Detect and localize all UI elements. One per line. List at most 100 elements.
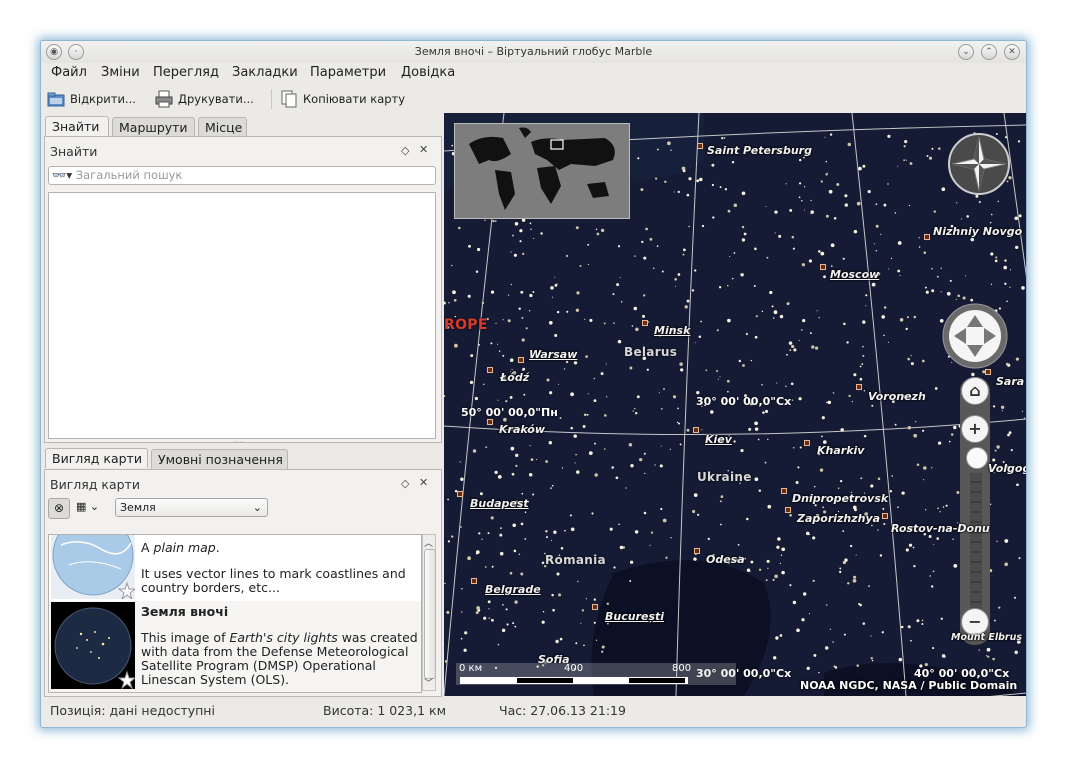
city-kharkiv[interactable]: Kharkiv <box>817 444 864 457</box>
city-light <box>745 332 749 336</box>
city-light <box>617 245 621 248</box>
float-dock-icon[interactable]: ◇ <box>401 144 409 157</box>
city-light <box>652 267 655 270</box>
city-light <box>460 637 463 640</box>
tab-routes[interactable]: Маршрути <box>112 117 195 137</box>
city-nizhniy-novgorod[interactable]: Nizhniy Novgo <box>933 225 1022 238</box>
theme-list-scrollbar[interactable]: ︿ ﹀ <box>422 534 436 691</box>
menu-view[interactable]: Перегляд <box>153 65 219 80</box>
city-light <box>467 556 471 561</box>
city-light <box>579 264 582 268</box>
city-light <box>990 213 993 216</box>
city-saratov[interactable]: Sara <box>996 375 1024 388</box>
menu-help[interactable]: Довідка <box>401 65 455 80</box>
overview-world-map[interactable] <box>454 123 630 219</box>
menu-bookmarks[interactable]: Закладки <box>232 65 298 80</box>
city-light <box>1003 265 1007 270</box>
scroll-down-icon[interactable]: ﹀ <box>424 676 433 689</box>
print-button[interactable]: Друкувати... <box>154 87 254 111</box>
city-rostov-na-donu[interactable]: Rostov-na-Donu <box>891 522 990 535</box>
city-light <box>819 468 824 472</box>
projection-dropdown-icon[interactable]: ▦ ⌄ <box>76 500 99 513</box>
city-light <box>542 610 545 613</box>
menu-edit[interactable]: Зміни <box>101 65 140 80</box>
city-light <box>883 306 887 309</box>
city-light <box>789 208 793 212</box>
minimize-icon[interactable]: ⌄ <box>958 44 974 60</box>
city-moscow[interactable]: Moscow <box>830 268 879 281</box>
city-light <box>798 339 800 342</box>
menu-file[interactable]: Файл <box>51 65 87 80</box>
tab-legend[interactable]: Умовні позначення <box>151 449 288 469</box>
city-light <box>762 411 765 414</box>
city-belgrade[interactable]: Belgrade <box>485 583 541 596</box>
list-item[interactable]: Земля вночі This image of Earth's city l… <box>49 601 421 692</box>
float-dock-icon[interactable]: ◇ <box>401 477 409 490</box>
tab-map-view[interactable]: Вигляд карти <box>45 448 148 468</box>
menu-settings[interactable]: Параметри <box>310 65 386 80</box>
city-light <box>507 319 511 323</box>
city-bucuresti[interactable]: București <box>605 610 664 623</box>
zoom-in-button[interactable]: + <box>961 415 989 443</box>
city-budapest[interactable]: Budapest <box>470 497 529 510</box>
city-light <box>648 321 650 323</box>
splitter-handle[interactable]: ···· <box>234 439 246 447</box>
city-warsaw[interactable]: Warsaw <box>529 348 577 361</box>
city-light <box>897 241 902 245</box>
city-dnipropetrovsk[interactable]: Dnipropetrovsk <box>792 492 888 505</box>
pan-control[interactable] <box>942 303 1008 369</box>
globe-projection-icon[interactable]: ⊗ <box>48 498 70 519</box>
city-odesa[interactable]: Odesa <box>706 553 745 566</box>
city-light <box>881 315 885 319</box>
close-dock-icon[interactable]: ✕ <box>419 143 428 156</box>
zoom-slider-track[interactable] <box>970 473 982 619</box>
binoculars-icon[interactable]: 👓▾ <box>52 168 72 182</box>
city-light <box>803 186 806 188</box>
city-light <box>871 404 874 407</box>
city-krakow[interactable]: Kraków <box>499 423 545 436</box>
city-light <box>509 571 513 575</box>
close-icon[interactable]: ✕ <box>1004 44 1020 60</box>
city-light <box>606 602 610 606</box>
open-button[interactable]: Відкрити... <box>46 87 136 111</box>
city-light <box>903 145 906 148</box>
map-canvas[interactable]: ⌂ + − Saint Petersburg Nizhniy Novgo Mos… <box>444 113 1026 696</box>
city-light <box>788 341 793 345</box>
city-voronezh[interactable]: Voronezh <box>868 390 926 403</box>
mount-elbrus-label[interactable]: Mount Elbrus <box>951 632 1022 643</box>
city-light <box>454 343 458 348</box>
scrollbar-thumb[interactable] <box>424 549 436 679</box>
window-title: Земля вночі – Віртуальний глобус Marble <box>414 45 653 58</box>
city-light <box>849 544 853 548</box>
tab-place[interactable]: Місце <box>198 117 247 137</box>
city-light <box>820 180 823 183</box>
city-light <box>986 654 988 657</box>
city-light <box>860 477 863 480</box>
close-dock-icon[interactable]: ✕ <box>419 476 428 489</box>
map-theme-list[interactable]: A plain map. It uses vector lines to mar… <box>48 534 422 693</box>
city-light <box>556 310 560 314</box>
status-bar: Позиція: дані недоступні Висота: 1 023,1… <box>41 699 1026 723</box>
city-lodz[interactable]: Łódź <box>500 371 529 384</box>
city-saint-petersburg[interactable]: Saint Petersburg <box>707 144 812 157</box>
home-icon[interactable]: ⌂ <box>961 377 989 405</box>
search-results[interactable] <box>48 192 436 439</box>
city-light <box>505 608 508 611</box>
city-zaporizhzhya[interactable]: Zaporizhzhya <box>797 512 880 525</box>
celestial-body-select[interactable]: Земля ⌄ <box>115 498 268 517</box>
city-light <box>447 498 449 501</box>
city-light <box>682 253 685 256</box>
city-volgograd[interactable]: Volgog <box>988 462 1026 475</box>
search-input[interactable]: 👓▾ Загальний пошук <box>48 166 436 185</box>
tab-search[interactable]: Знайти <box>45 116 109 136</box>
maximize-icon[interactable]: ⌃ <box>981 44 997 60</box>
city-kiev[interactable]: Kiev <box>705 433 732 446</box>
city-light <box>1017 140 1021 143</box>
city-light <box>970 298 974 302</box>
city-minsk[interactable]: Minsk <box>654 324 690 337</box>
zoom-slider-handle[interactable] <box>966 447 988 469</box>
list-item[interactable]: A plain map. It uses vector lines to mar… <box>49 535 421 600</box>
copy-map-button[interactable]: Копіювати карту <box>279 87 405 111</box>
scroll-up-icon[interactable]: ︿ <box>424 536 433 549</box>
city-light <box>518 307 521 310</box>
